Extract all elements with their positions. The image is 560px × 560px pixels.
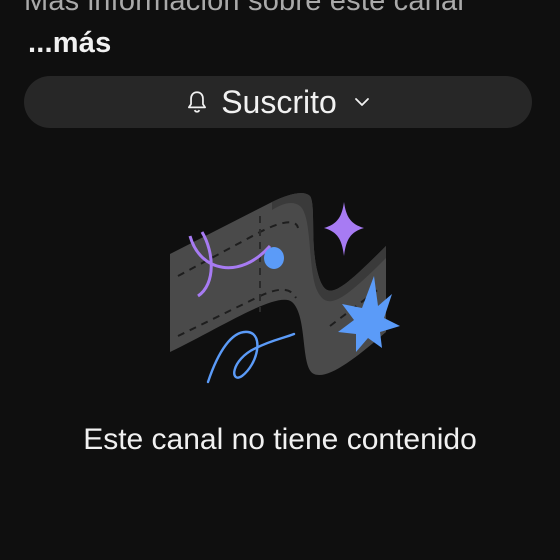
more-link[interactable]: ...más xyxy=(28,27,111,59)
subscribed-button[interactable]: Suscrito xyxy=(24,76,532,128)
channel-page: Más información sobre este canal ...más … xyxy=(0,0,560,560)
subscribed-label: Suscrito xyxy=(221,84,337,120)
bell-icon xyxy=(183,88,211,116)
channel-about-text: Más información sobre este canal xyxy=(24,0,464,17)
empty-channel-illustration xyxy=(160,176,400,386)
chevron-down-icon xyxy=(351,91,373,113)
channel-about[interactable]: Más información sobre este canal ...más xyxy=(24,0,524,64)
empty-state-message: Este canal no tiene contenido xyxy=(83,423,477,456)
